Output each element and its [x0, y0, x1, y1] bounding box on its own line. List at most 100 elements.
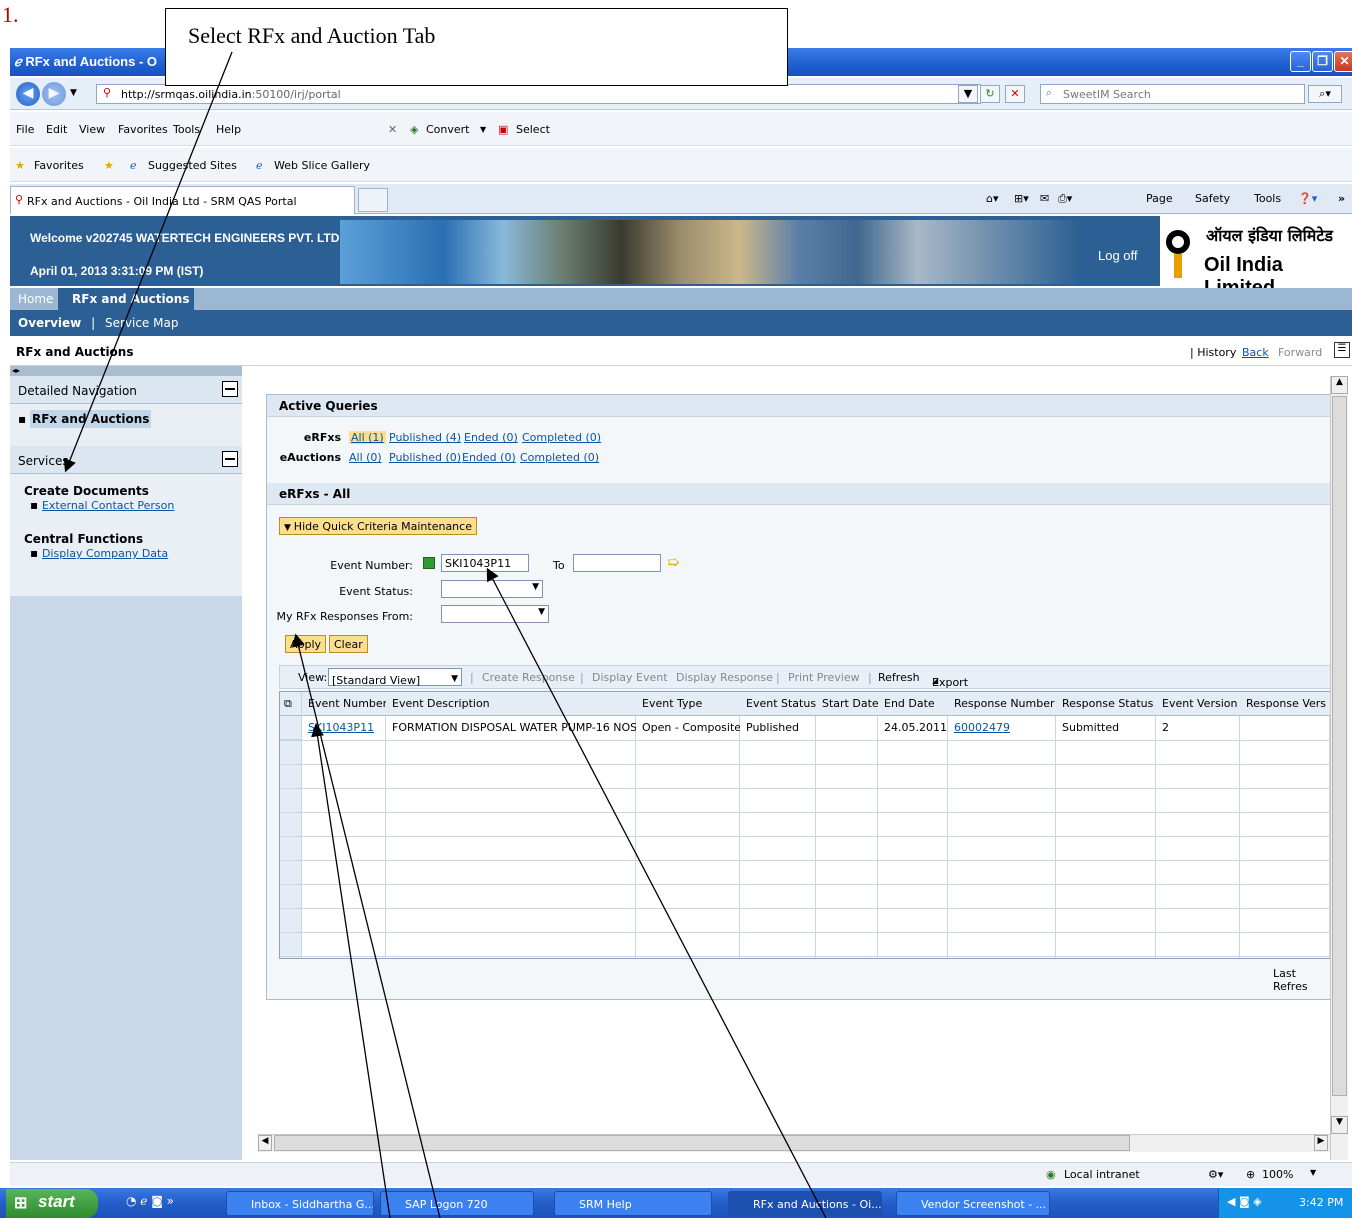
url-dropdown-icon[interactable]: ▼ — [958, 85, 978, 103]
header-response-number[interactable]: Response Number — [948, 692, 1056, 716]
scroll-right-icon[interactable]: ▶ — [1314, 1135, 1328, 1151]
header-event-description[interactable]: Event Description — [386, 692, 636, 716]
header-event-number[interactable]: Event Number — [302, 692, 386, 716]
vertical-scrollbar[interactable]: ▲ ▼ — [1330, 376, 1348, 1160]
header-response-version[interactable]: Response Vers — [1240, 692, 1330, 716]
subnav-overview[interactable]: Overview — [18, 316, 81, 330]
url-field[interactable]: ⚲ http://srmqas.oilindia.in:50100/irj/po… — [96, 84, 981, 104]
hide-criteria-button[interactable]: ▼ Hide Quick Criteria Maintenance — [279, 517, 477, 535]
taskbar-item-sap-logon[interactable]: SAP Logon 720 — [380, 1191, 534, 1216]
create-response-button[interactable]: Create Response — [482, 671, 575, 684]
taskbar-item-inbox[interactable]: Inbox - Siddhartha G... — [226, 1191, 374, 1216]
header-start-date[interactable]: Start Date — [816, 692, 878, 716]
tools-menu[interactable]: Tools — [1254, 192, 1281, 205]
history-dropdown-icon[interactable]: ▼ — [70, 88, 77, 98]
row-selector[interactable] — [280, 716, 301, 740]
menu-help[interactable]: Help — [216, 123, 241, 136]
refresh-icon[interactable]: ↻ — [980, 85, 1000, 103]
taskbar-item-srm-help[interactable]: SRM Help — [554, 1191, 712, 1216]
scroll-up-icon[interactable]: ▲ — [1331, 376, 1348, 394]
header-event-version[interactable]: Event Version — [1156, 692, 1240, 716]
restore-button[interactable]: ❐ — [1312, 51, 1333, 72]
search-go-icon[interactable]: ⌕▾ — [1308, 85, 1342, 103]
nav-item-rfx-and-auctions[interactable]: RFx and Auctions — [29, 410, 152, 428]
start-button[interactable]: ⊞ start — [6, 1189, 98, 1218]
eauction-ended-link[interactable]: Ended (0) — [462, 451, 516, 464]
hscroll-thumb[interactable] — [274, 1135, 1130, 1151]
close-toolbar-icon[interactable]: ✕ — [388, 123, 397, 136]
logoff-link[interactable]: Log off — [1098, 248, 1138, 263]
feeds-icon[interactable]: ⊞▾ — [1014, 192, 1029, 205]
suggested-sites-link[interactable]: Suggested Sites — [148, 159, 237, 172]
subnav-service-map[interactable]: Service Map — [105, 316, 179, 330]
cell-response-number[interactable]: 60002479 — [948, 716, 1056, 740]
external-contact-person-link[interactable]: External Contact Person — [42, 499, 174, 512]
page-menu[interactable]: Page — [1146, 192, 1173, 205]
equals-operator-icon[interactable] — [423, 557, 435, 569]
services-header[interactable]: Services — [10, 446, 242, 474]
history-dropdown[interactable]: | History — [1190, 346, 1236, 359]
convert-button[interactable]: Convert — [426, 123, 470, 136]
tab-rfx-and-auctions[interactable]: RFx and Auctions — [58, 288, 194, 310]
refresh-button[interactable]: Refresh — [878, 671, 920, 684]
header-event-type[interactable]: Event Type — [636, 692, 740, 716]
page-menu-icon[interactable]: ☰ — [1334, 342, 1350, 358]
taskbar-item-vendor-screenshot[interactable]: Vendor Screenshot - ... — [896, 1191, 1050, 1216]
print-preview-button[interactable]: Print Preview — [788, 671, 860, 684]
menu-edit[interactable]: Edit — [46, 123, 67, 136]
view-select[interactable]: [Standard View] ▼ — [328, 668, 462, 687]
erfx-completed-link[interactable]: Completed (0) — [522, 431, 601, 444]
new-tab-button[interactable] — [358, 188, 388, 212]
event-number-input[interactable]: SKI1043P11 — [441, 554, 529, 572]
tray-icons[interactable]: ◀ ◙ ◈ — [1227, 1195, 1262, 1208]
add-favorite-icon[interactable]: ★ — [104, 159, 114, 172]
cell-event-number[interactable]: SKI1043P11 — [302, 716, 386, 740]
event-status-select[interactable]: ▼ — [441, 580, 543, 598]
eauction-completed-link[interactable]: Completed (0) — [520, 451, 599, 464]
scroll-thumb[interactable] — [1332, 396, 1347, 1096]
zoom-level[interactable]: 100% — [1262, 1168, 1293, 1181]
display-company-data-link[interactable]: Display Company Data — [42, 547, 168, 560]
back-button[interactable]: ◀ — [16, 82, 40, 106]
select-all-icon[interactable]: ⧉ — [280, 692, 301, 716]
home-icon[interactable]: ⌂▾ — [986, 192, 999, 205]
menu-favorites[interactable]: Favorites — [118, 123, 168, 136]
eauction-all-link[interactable]: All (0) — [349, 451, 382, 464]
panel-resize-handle[interactable]: ◂▸ — [10, 366, 242, 376]
back-link[interactable]: Back — [1242, 346, 1269, 359]
convert-dropdown-icon[interactable]: ▼ — [480, 125, 486, 134]
forward-button[interactable]: ▶ — [42, 82, 66, 106]
stop-icon[interactable]: ✕ — [1005, 85, 1025, 103]
clear-button[interactable]: Clear — [329, 635, 368, 653]
header-response-status[interactable]: Response Status — [1056, 692, 1156, 716]
chevron-right-icon[interactable]: » — [1338, 192, 1345, 205]
detailed-navigation-header[interactable]: Detailed Navigation — [10, 376, 242, 404]
zoom-dropdown-icon[interactable]: ▼ — [1310, 1168, 1316, 1177]
display-event-button[interactable]: Display Event — [592, 671, 668, 684]
web-slice-gallery-link[interactable]: Web Slice Gallery — [274, 159, 370, 172]
scroll-left-icon[interactable]: ◀ — [258, 1135, 272, 1151]
browser-tab-active[interactable]: ⚲ RFx and Auctions - Oil India Ltd - SRM… — [10, 186, 355, 214]
close-button[interactable]: ✕ — [1334, 51, 1352, 72]
minimize-button[interactable]: _ — [1290, 51, 1311, 72]
rfx-responses-from-select[interactable]: ▼ — [441, 605, 549, 623]
erfx-ended-link[interactable]: Ended (0) — [464, 431, 518, 444]
taskbar-item-rfx-auctions[interactable]: RFx and Auctions - Oi... — [728, 1191, 882, 1216]
erfx-published-link[interactable]: Published (4) — [389, 431, 461, 444]
header-end-date[interactable]: End Date — [878, 692, 948, 716]
collapse-icon[interactable] — [222, 451, 238, 467]
header-event-status[interactable]: Event Status — [740, 692, 816, 716]
apply-button[interactable]: Apply — [285, 635, 327, 653]
eauction-published-link[interactable]: Published (0) — [389, 451, 461, 464]
menu-view[interactable]: View — [79, 123, 105, 136]
horizontal-scrollbar[interactable]: ◀ ▶ — [258, 1134, 1330, 1152]
display-response-button[interactable]: Display Response — [676, 671, 773, 684]
protected-mode-icon[interactable]: ⚙▾ — [1208, 1168, 1223, 1181]
erfx-all-link[interactable]: All (1) — [349, 431, 386, 444]
quicklaunch-icons[interactable]: ◔ ℯ ◙ » — [126, 1194, 174, 1208]
favorites-button[interactable]: Favorites — [34, 159, 84, 172]
help-icon[interactable]: ❓▾ — [1298, 192, 1317, 205]
search-input[interactable]: ⌕ SweetIM Search — [1040, 84, 1305, 104]
safety-menu[interactable]: Safety — [1195, 192, 1230, 205]
menu-tools[interactable]: Tools — [173, 123, 200, 136]
